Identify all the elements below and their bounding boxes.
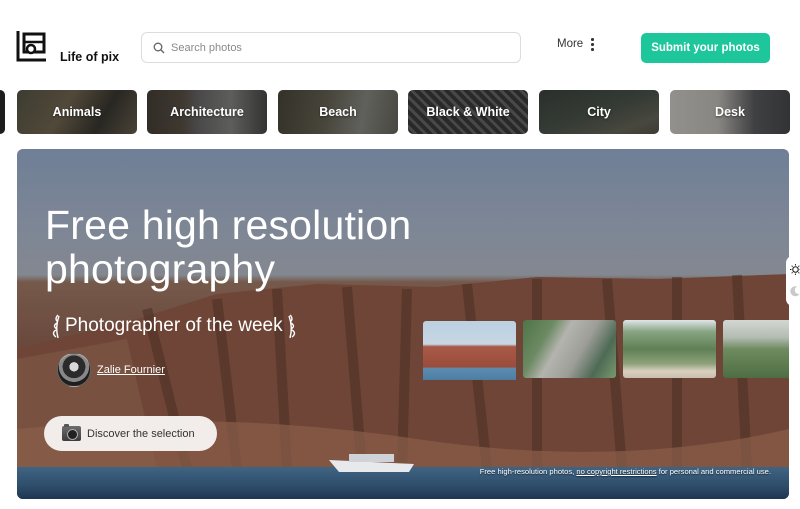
hero-title: Free high resolution photography — [45, 202, 412, 292]
search-input[interactable] — [171, 41, 511, 54]
category-card-city[interactable]: City — [539, 90, 659, 134]
photographer-profile: Zalie Fournier — [57, 353, 165, 387]
camera-icon — [62, 424, 81, 441]
category-card-beach[interactable]: Beach — [278, 90, 398, 134]
laurel-right-icon — [287, 314, 295, 339]
submit-photos-button[interactable]: Submit your photos — [641, 33, 770, 63]
thumbnail-mountain-road[interactable] — [623, 320, 716, 378]
category-label: Architecture — [170, 105, 244, 119]
thumbnail-green-field[interactable] — [723, 320, 789, 378]
category-card-animals[interactable]: Animals — [17, 90, 137, 134]
category-card-black-white[interactable]: Black & White — [408, 90, 528, 134]
thumbnail-cliff-sea[interactable] — [423, 321, 516, 380]
category-card-architecture[interactable]: Architecture — [147, 90, 267, 134]
no-copyright-link[interactable]: no copyright restrictions — [576, 467, 656, 476]
category-label: City — [587, 105, 611, 119]
discover-label: Discover the selection — [87, 427, 195, 440]
theme-toggle[interactable] — [786, 256, 800, 306]
hero-banner: Free high resolution photography Photogr… — [17, 149, 789, 499]
category-card-partial[interactable] — [0, 90, 5, 134]
search-icon — [153, 42, 165, 53]
kebab-icon — [591, 38, 594, 51]
category-carousel: Animals Architecture Beach Black & White… — [0, 90, 800, 134]
more-label: More — [557, 38, 584, 51]
sun-icon[interactable] — [790, 264, 800, 275]
photographer-of-week-heading: Photographer of the week — [49, 313, 299, 339]
brand-name[interactable]: Life of pix — [60, 50, 119, 64]
license-footnote: Free high-resolution photos, no copyrigh… — [479, 467, 771, 476]
logo-icon[interactable] — [16, 31, 48, 62]
laurel-left-icon — [52, 314, 60, 339]
thumbnail-waterfall[interactable] — [523, 320, 616, 378]
moon-icon[interactable] — [790, 286, 800, 297]
photographer-name-link[interactable]: Zalie Fournier — [97, 364, 165, 376]
category-label: Desk — [715, 105, 745, 119]
site-header: Life of pix More Submit your photos — [0, 0, 800, 86]
discover-selection-button[interactable]: Discover the selection — [44, 416, 217, 451]
more-menu-button[interactable]: More — [557, 38, 594, 51]
search-bar[interactable] — [141, 32, 521, 63]
boat-image — [329, 454, 414, 472]
category-card-desk[interactable]: Desk — [670, 90, 790, 134]
category-label: Black & White — [426, 105, 510, 119]
category-label: Beach — [319, 105, 357, 119]
avatar[interactable] — [57, 353, 91, 387]
selection-thumbnails — [423, 320, 789, 380]
category-label: Animals — [52, 105, 102, 119]
